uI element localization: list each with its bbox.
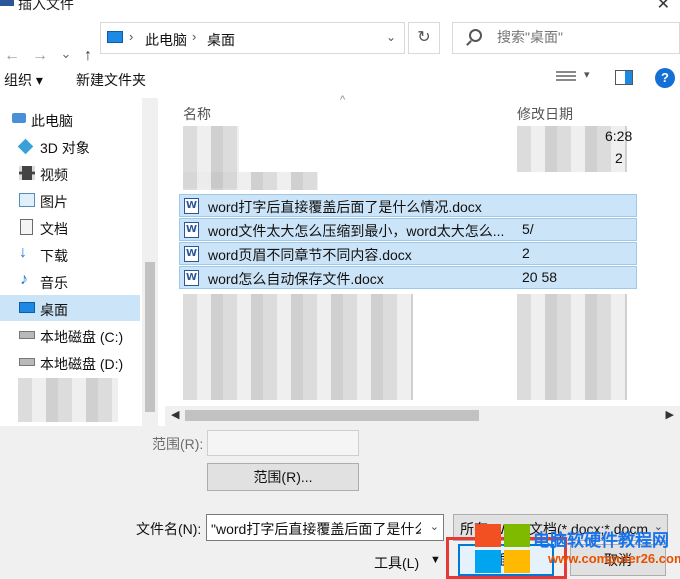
sidebar-item-label: 3D 对象 xyxy=(40,140,90,156)
file-row[interactable]: word打字后直接覆盖后面了是什么情况.docx xyxy=(179,194,637,217)
3d-objects-icon xyxy=(17,138,34,155)
sort-ascending-icon: ^ xyxy=(340,94,346,106)
word-doc-icon xyxy=(184,246,199,262)
breadcrumb-separator: › xyxy=(192,29,197,44)
blurred-region xyxy=(18,378,118,422)
file-name: word页眉不同章节不同内容.docx xyxy=(208,247,412,263)
scrollbar-thumb[interactable] xyxy=(145,262,155,412)
command-toolbar: 组织 ▾ 新建文件夹 ▾ ? xyxy=(0,60,680,98)
preview-pane-icon[interactable] xyxy=(615,70,633,85)
sidebar-item-label: 本地磁盘 (C:) xyxy=(40,329,124,345)
partial-date-text: 2 xyxy=(615,150,623,166)
drive-icon xyxy=(19,358,35,366)
filename-value: "word打字后直接覆盖后面了是什么 xyxy=(211,521,421,537)
sidebar-item-3d-objects[interactable]: 3D 对象 xyxy=(0,133,140,159)
file-row[interactable]: word怎么自动保存文件.docx 20 58 xyxy=(179,266,637,289)
watermark-title: 电脑软硬件教程网 xyxy=(533,531,669,550)
breadcrumb-separator: › xyxy=(129,29,134,44)
sidebar-item-desktop[interactable]: 桌面 xyxy=(0,295,140,321)
address-bar[interactable]: › 此电脑 › 桌面 ⌄ xyxy=(100,22,405,54)
window-title: 插入文件 xyxy=(18,0,74,12)
search-box[interactable] xyxy=(452,22,680,54)
drive-icon xyxy=(19,331,35,339)
search-input[interactable] xyxy=(497,29,667,45)
sidebar-item-drive-d[interactable]: 本地磁盘 (D:) xyxy=(0,349,140,375)
range-button[interactable]: 范围(R)... xyxy=(207,463,359,491)
file-date: 20 58 xyxy=(522,269,558,285)
picture-icon xyxy=(19,193,35,207)
sidebar-item-documents[interactable]: 文档 xyxy=(0,214,140,240)
view-dropdown-icon[interactable]: ▾ xyxy=(584,68,590,81)
sidebar-item-video[interactable]: 视频 xyxy=(0,160,140,186)
file-date: 5/ xyxy=(522,221,534,237)
tools-dropdown-icon[interactable]: ▼ xyxy=(430,554,441,566)
blurred-region xyxy=(183,294,413,400)
computer-icon xyxy=(12,113,26,123)
tools-menu[interactable]: 工具(L) xyxy=(374,553,419,573)
word-doc-icon xyxy=(184,198,199,214)
title-bar: 插入文件 ✕ xyxy=(0,0,680,14)
new-folder-button[interactable]: 新建文件夹 xyxy=(76,70,146,90)
sidebar-item-label: 本地磁盘 (D:) xyxy=(40,356,124,372)
column-header-date[interactable]: 修改日期 xyxy=(517,104,573,124)
horizontal-scrollbar[interactable]: ◀ ▶ xyxy=(165,406,680,426)
file-list: ^ 名称 修改日期 6:28 2 word打字后直接覆盖后面了是什么情况.doc… xyxy=(165,94,680,426)
range-input xyxy=(207,430,359,456)
blurred-region xyxy=(517,294,627,400)
column-header-name[interactable]: 名称 xyxy=(183,104,211,124)
sidebar-item-music[interactable]: ♪ 音乐 xyxy=(0,268,140,294)
range-label: 范围(R): xyxy=(152,436,204,452)
sidebar-item-label: 图片 xyxy=(40,194,68,210)
sidebar-item-label: 此电脑 xyxy=(31,113,73,129)
word-doc-icon xyxy=(184,222,199,238)
video-icon xyxy=(19,166,35,180)
view-options-icon[interactable] xyxy=(556,71,576,85)
help-icon[interactable]: ? xyxy=(655,68,675,88)
insert-file-dialog: 插入文件 ✕ ← → ⌄ ↑ › 此电脑 › 桌面 ⌄ ↻ 组织 ▾ 新建文件夹… xyxy=(0,0,680,579)
word-app-icon xyxy=(0,0,14,6)
organize-menu[interactable]: 组织 ▾ xyxy=(4,70,43,90)
chevron-down-icon[interactable]: ⌄ xyxy=(386,30,396,44)
download-icon: ↓ xyxy=(19,244,27,261)
word-doc-icon xyxy=(184,270,199,286)
sidebar-item-pictures[interactable]: 图片 xyxy=(0,187,140,213)
chevron-down-icon[interactable]: ⌄ xyxy=(430,520,439,533)
refresh-button[interactable]: ↻ xyxy=(408,22,440,54)
desktop-icon xyxy=(19,302,35,313)
file-row[interactable]: word文件太大怎么压缩到最小，word太大怎么... 5/ xyxy=(179,218,637,241)
close-icon[interactable]: ✕ xyxy=(657,0,670,14)
breadcrumb-desktop[interactable]: 桌面 xyxy=(207,30,235,50)
partial-date-text: 6:28 xyxy=(605,128,633,144)
sidebar-item-label: 音乐 xyxy=(40,275,68,291)
document-icon xyxy=(20,219,33,235)
scrollbar-thumb[interactable] xyxy=(185,410,479,421)
sidebar-item-label: 下载 xyxy=(40,248,68,264)
sidebar-item-this-pc[interactable]: 此电脑 xyxy=(0,106,140,132)
sidebar-item-label: 视频 xyxy=(40,167,68,183)
search-icon xyxy=(469,29,482,42)
file-date: 2 xyxy=(522,245,530,261)
file-row[interactable]: word页眉不同章节不同内容.docx 2 xyxy=(179,242,637,265)
computer-icon xyxy=(107,31,123,43)
sidebar-scrollbar[interactable] xyxy=(142,98,158,426)
watermark-logo-icon xyxy=(475,524,531,574)
file-name: word打字后直接覆盖后面了是什么情况.docx xyxy=(208,199,482,215)
scroll-right-icon[interactable]: ▶ xyxy=(666,408,674,421)
filename-field[interactable]: "word打字后直接覆盖后面了是什么 ⌄ xyxy=(206,514,444,541)
music-icon: ♪ xyxy=(20,271,28,288)
sidebar-item-drive-c[interactable]: 本地磁盘 (C:) xyxy=(0,322,140,348)
sidebar-item-downloads[interactable]: ↓ 下载 xyxy=(0,241,140,267)
blurred-region xyxy=(183,172,318,190)
filename-label: 文件名(N): xyxy=(136,521,202,537)
file-name: word怎么自动保存文件.docx xyxy=(208,271,384,287)
breadcrumb-this-pc[interactable]: 此电脑 xyxy=(145,30,187,50)
navigation-pane: 此电脑 3D 对象 视频 图片 文档 ↓ 下载 ♪ 音乐 桌面 本地磁盘 (C:… xyxy=(0,98,160,426)
watermark-url: www.computer26.com xyxy=(548,551,680,566)
scroll-left-icon[interactable]: ◀ xyxy=(171,408,179,421)
file-name: word文件太大怎么压缩到最小，word太大怎么... xyxy=(208,223,505,239)
sidebar-item-label: 文档 xyxy=(40,221,68,237)
sidebar-item-label: 桌面 xyxy=(40,302,68,318)
